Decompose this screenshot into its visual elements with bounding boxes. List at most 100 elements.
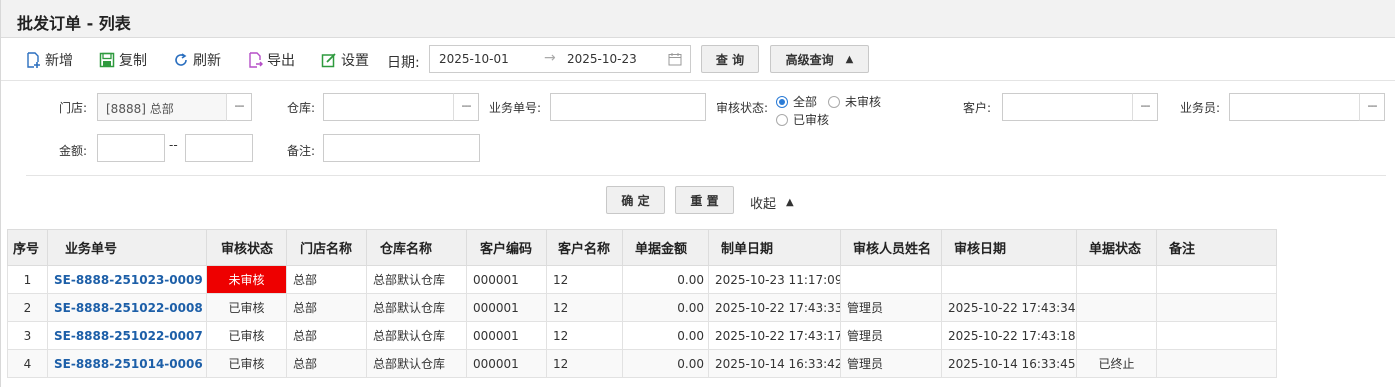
title-bar: 批发订单 - 列表 — [1, 0, 1395, 38]
table-row[interactable]: 1 SE-8888-251023-0009 未审核 总部 总部默认仓库 0000… — [7, 265, 1277, 294]
warehouse-picker-button[interactable]: --- — [453, 93, 479, 121]
cell-audit-date — [941, 265, 1077, 294]
column-header-seq[interactable]: 序号 — [7, 229, 48, 266]
warehouse-label: 仓库: — [287, 101, 316, 115]
calendar-icon[interactable] — [668, 52, 682, 66]
cell-created-date: 2025-10-22 17:43:33 — [708, 293, 841, 322]
cell-order-no-link[interactable]: SE-8888-251023-0009 — [47, 265, 207, 294]
column-header-customer-name[interactable]: 客户名称 — [546, 229, 623, 266]
column-header-customer-code[interactable]: 客户编码 — [466, 229, 547, 266]
table-row[interactable]: 4 SE-8888-251014-0006 已审核 总部 总部默认仓库 0000… — [7, 349, 1277, 378]
collapse-button[interactable]: 收起 ▲ — [750, 193, 794, 212]
amount-max-input[interactable] — [185, 134, 253, 162]
column-header-store[interactable]: 门店名称 — [286, 229, 367, 266]
settings-label: 设置 — [341, 53, 369, 69]
remark-input[interactable] — [323, 134, 480, 162]
column-header-warehouse[interactable]: 仓库名称 — [366, 229, 467, 266]
cell-order-no-link[interactable]: SE-8888-251022-0008 — [47, 293, 207, 322]
column-header-amount[interactable]: 单据金额 — [622, 229, 709, 266]
audit-radio-unaudited[interactable]: 未审核 — [828, 93, 881, 110]
radio-unchecked-icon — [776, 113, 788, 126]
column-header-audit-status[interactable]: 审核状态 — [206, 229, 287, 266]
cell-audit-date: 2025-10-14 16:33:45 — [941, 349, 1077, 378]
audit-option-unaudited: 未审核 — [845, 95, 882, 109]
audit-radio-audited[interactable]: 已审核 — [776, 111, 829, 128]
salesman-field[interactable] — [1229, 93, 1360, 121]
settings-button[interactable]: 设置 — [321, 50, 369, 70]
copy-button[interactable]: 复制 — [99, 50, 147, 70]
cell-doc-status — [1076, 321, 1157, 350]
cell-warehouse: 总部默认仓库 — [366, 265, 467, 294]
order-no-input[interactable] — [550, 93, 706, 121]
cell-seq: 2 — [7, 293, 48, 322]
amount-label: 金额: — [59, 144, 88, 158]
cell-order-no-link[interactable]: SE-8888-251022-0007 — [47, 321, 207, 350]
cell-customer-name: 12 — [546, 293, 623, 322]
table-row[interactable]: 3 SE-8888-251022-0007 已审核 总部 总部默认仓库 0000… — [7, 321, 1277, 350]
column-header-auditor[interactable]: 审核人员姓名 — [840, 229, 942, 266]
date-label: 日期: — [387, 55, 420, 71]
audit-radio-all[interactable]: 全部 — [776, 93, 817, 110]
date-range-picker[interactable]: 2025-10-01 → 2025-10-23 — [429, 45, 691, 73]
cell-auditor: 管理员 — [840, 293, 942, 322]
cell-auditor: 管理员 — [840, 321, 942, 350]
store-field[interactable]: [8888] 总部 — [97, 93, 227, 121]
column-header-audit-date[interactable]: 审核日期 — [941, 229, 1077, 266]
column-header-order-no[interactable]: 业务单号 — [47, 229, 207, 266]
caret-up-icon: ▲ — [786, 197, 794, 208]
cell-remark — [1156, 321, 1277, 350]
export-icon — [249, 52, 263, 68]
cell-doc-status — [1076, 265, 1157, 294]
column-header-created-date[interactable]: 制单日期 — [708, 229, 841, 266]
copy-label: 复制 — [119, 53, 147, 69]
query-button[interactable]: 查 询 — [701, 45, 759, 73]
cell-order-no-link[interactable]: SE-8888-251014-0006 — [47, 349, 207, 378]
table-row[interactable]: 2 SE-8888-251022-0008 已审核 总部 总部默认仓库 0000… — [7, 293, 1277, 322]
cell-store: 总部 — [286, 349, 367, 378]
reset-button[interactable]: 重 置 — [675, 186, 734, 214]
export-button[interactable]: 导出 — [247, 50, 295, 70]
column-header-remark[interactable]: 备注 — [1156, 229, 1277, 266]
cell-auditor — [840, 265, 942, 294]
salesman-picker-button[interactable]: --- — [1359, 93, 1385, 121]
cell-amount: 0.00 — [622, 321, 709, 350]
cell-store: 总部 — [286, 265, 367, 294]
column-header-doc-status[interactable]: 单据状态 — [1076, 229, 1157, 266]
toolbar: 新增 复制 刷新 导出 设置 日期: — [1, 39, 1395, 81]
cell-audit-status: 已审核 — [206, 321, 287, 350]
confirm-button[interactable]: 确 定 — [606, 186, 665, 214]
new-document-icon — [27, 52, 40, 68]
amount-min-input[interactable] — [97, 134, 165, 162]
cell-audit-date: 2025-10-22 17:43:34 — [941, 293, 1077, 322]
customer-field[interactable] — [1002, 93, 1133, 121]
store-picker-button[interactable]: --- — [226, 93, 252, 121]
cell-seq: 3 — [7, 321, 48, 350]
advanced-query-button[interactable]: 高级查询 ▲ — [770, 45, 869, 73]
cell-audit-status: 已审核 — [206, 349, 287, 378]
divider — [26, 175, 1386, 176]
date-from[interactable]: 2025-10-01 — [439, 52, 509, 66]
cell-store: 总部 — [286, 321, 367, 350]
date-to[interactable]: 2025-10-23 — [567, 52, 637, 66]
warehouse-field[interactable] — [323, 93, 454, 121]
salesman-label: 业务员: — [1180, 101, 1221, 115]
page-title: 批发订单 - 列表 — [17, 14, 131, 33]
cell-audit-date: 2025-10-22 17:43:18 — [941, 321, 1077, 350]
customer-picker-button[interactable]: --- — [1132, 93, 1158, 121]
cell-amount: 0.00 — [622, 293, 709, 322]
cell-customer-code: 000001 — [466, 293, 547, 322]
cell-remark — [1156, 349, 1277, 378]
collapse-label: 收起 — [750, 197, 777, 212]
store-label: 门店: — [59, 101, 88, 115]
cell-auditor: 管理员 — [840, 349, 942, 378]
cell-customer-name: 12 — [546, 321, 623, 350]
radio-unchecked-icon — [828, 95, 840, 108]
cell-remark — [1156, 265, 1277, 294]
add-button[interactable]: 新增 — [25, 50, 73, 70]
page: 批发订单 - 列表 新增 复制 刷新 导出 设置 日期: 2025-10-01 … — [0, 0, 1395, 387]
cell-warehouse: 总部默认仓库 — [366, 321, 467, 350]
refresh-button[interactable]: 刷新 — [173, 50, 221, 70]
arrow-right-icon: → — [544, 50, 556, 66]
cell-customer-name: 12 — [546, 349, 623, 378]
radio-checked-icon — [776, 95, 788, 108]
